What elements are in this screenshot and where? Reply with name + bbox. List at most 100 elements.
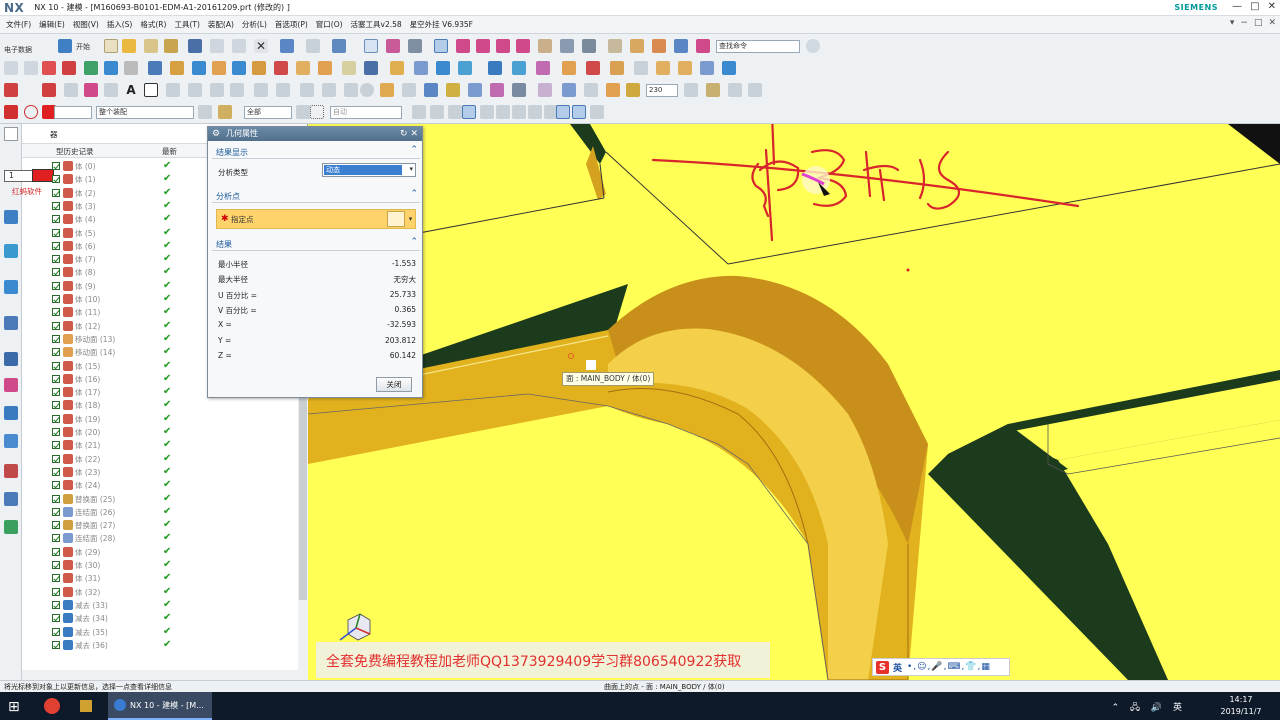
gear-icon[interactable]: ⚙ bbox=[212, 127, 220, 141]
zoom-value-select[interactable]: 230 bbox=[646, 84, 678, 97]
start-icon[interactable] bbox=[58, 39, 72, 53]
offset-curve-icon[interactable] bbox=[166, 83, 180, 97]
slot-icon[interactable] bbox=[274, 61, 288, 75]
visibility-checkbox[interactable] bbox=[52, 640, 60, 649]
snap-7-icon[interactable] bbox=[528, 105, 542, 119]
pull-face-icon[interactable] bbox=[586, 61, 600, 75]
filter-all-select[interactable]: 全部 bbox=[244, 106, 292, 119]
visibility-checkbox[interactable] bbox=[52, 388, 60, 397]
menu-plugin-starry[interactable]: 星空外挂 V6.935F bbox=[410, 19, 473, 30]
point-type-dropdown[interactable]: ▾ bbox=[406, 211, 415, 227]
trim-curve-icon[interactable] bbox=[276, 83, 290, 97]
visibility-checkbox[interactable] bbox=[52, 574, 60, 583]
analysis-icon[interactable] bbox=[608, 39, 622, 53]
arc-curve-icon[interactable] bbox=[104, 83, 118, 97]
assembly-icon[interactable] bbox=[144, 39, 158, 53]
tree-row[interactable]: 体 (30) ✔ bbox=[22, 559, 298, 572]
visibility-checkbox[interactable] bbox=[52, 215, 60, 224]
through-curves-icon[interactable] bbox=[562, 83, 576, 97]
extend-curve-icon[interactable] bbox=[300, 83, 314, 97]
maximize-button[interactable]: □ bbox=[1250, 1, 1259, 12]
intersect-curve-icon[interactable] bbox=[210, 83, 224, 97]
menu-preferences[interactable]: 首选项(P) bbox=[275, 19, 308, 30]
menu-insert[interactable]: 插入(S) bbox=[107, 19, 133, 30]
visibility-checkbox[interactable] bbox=[52, 627, 60, 636]
visibility-checkbox[interactable] bbox=[52, 507, 60, 516]
system-materials-icon[interactable] bbox=[4, 492, 18, 506]
select-filter-icon[interactable] bbox=[364, 39, 378, 53]
start-button-icon[interactable]: ⊞ bbox=[8, 699, 20, 715]
delete-face-icon[interactable] bbox=[536, 61, 550, 75]
view-triad-icon[interactable] bbox=[339, 613, 371, 641]
copy-face-icon[interactable] bbox=[656, 61, 670, 75]
tree-row[interactable]: 减去 (33) ✔ bbox=[22, 599, 298, 612]
menu-analysis[interactable]: 分析(L) bbox=[242, 19, 267, 30]
tree-row[interactable]: 体 (31) ✔ bbox=[22, 572, 298, 585]
csys-icon[interactable] bbox=[446, 83, 460, 97]
intersection-point-icon[interactable] bbox=[516, 39, 530, 53]
chamfer-icon[interactable] bbox=[342, 61, 356, 75]
groove-icon[interactable] bbox=[296, 61, 310, 75]
revolve-icon[interactable] bbox=[170, 61, 184, 75]
process-studio-icon[interactable] bbox=[4, 520, 18, 534]
command-finder-icon[interactable] bbox=[332, 39, 346, 53]
point-dialog-button[interactable] bbox=[387, 211, 405, 227]
sub-close-button[interactable]: ✕ bbox=[1268, 18, 1276, 28]
studio-surface-icon[interactable] bbox=[584, 83, 598, 97]
close-button[interactable]: 关闭 bbox=[376, 377, 412, 392]
snap-6-icon[interactable] bbox=[512, 105, 526, 119]
join-curve-icon[interactable] bbox=[254, 83, 268, 97]
snap-1-icon[interactable] bbox=[412, 105, 426, 119]
redo-icon[interactable] bbox=[306, 39, 320, 53]
visibility-checkbox[interactable] bbox=[52, 587, 60, 596]
copy-icon[interactable] bbox=[232, 39, 246, 53]
visibility-checkbox[interactable] bbox=[52, 268, 60, 277]
new-file-icon[interactable] bbox=[104, 39, 118, 53]
visibility-checkbox[interactable] bbox=[52, 547, 60, 556]
snap-point-icon[interactable] bbox=[386, 39, 400, 53]
column-latest[interactable]: 最新 bbox=[162, 146, 177, 157]
tree-row[interactable]: 体 (21) ✔ bbox=[22, 439, 298, 452]
quadrant-point-icon[interactable] bbox=[560, 39, 574, 53]
menu-window[interactable]: 窗口(O) bbox=[316, 19, 343, 30]
feature-2-icon[interactable] bbox=[84, 61, 98, 75]
visibility-checkbox[interactable] bbox=[52, 308, 60, 317]
tree-row[interactable]: 替换面 (25) ✔ bbox=[22, 493, 298, 506]
laser-icon[interactable] bbox=[42, 61, 56, 75]
snap-5-icon[interactable] bbox=[496, 105, 510, 119]
snap-4-icon[interactable] bbox=[480, 105, 494, 119]
red-circle-icon[interactable] bbox=[24, 105, 38, 119]
ime-tools[interactable]: •,☺,🎤,⌨,👕,▦ bbox=[907, 662, 991, 672]
visibility-checkbox[interactable] bbox=[52, 600, 60, 609]
section-analysis-point[interactable]: 分析点 ⌃ bbox=[212, 189, 420, 203]
visibility-checkbox[interactable] bbox=[52, 188, 60, 197]
save-icon[interactable] bbox=[188, 39, 202, 53]
snap-9-icon[interactable] bbox=[556, 105, 570, 119]
spline-icon[interactable] bbox=[84, 83, 98, 97]
cut-icon[interactable] bbox=[210, 39, 224, 53]
shell-icon[interactable] bbox=[364, 61, 378, 75]
visibility-checkbox[interactable] bbox=[52, 334, 60, 343]
text-tool-icon[interactable]: A bbox=[124, 83, 138, 97]
tree-row[interactable]: 减去 (34) ✔ bbox=[22, 612, 298, 625]
part-icon[interactable] bbox=[4, 316, 18, 330]
bridge-curve-icon[interactable] bbox=[230, 83, 244, 97]
tree-row[interactable]: 体 (22) ✔ bbox=[22, 453, 298, 466]
section-result[interactable]: 结果 ⌃ bbox=[212, 237, 420, 251]
assembly-scope-select[interactable]: 整个装配 bbox=[96, 106, 194, 119]
visibility-checkbox[interactable] bbox=[52, 467, 60, 476]
ime-toolbar[interactable]: S 英 •,☺,🎤,⌨,👕,▦ bbox=[872, 658, 1010, 676]
visibility-checkbox[interactable] bbox=[52, 348, 60, 357]
feature-4-icon[interactable] bbox=[124, 61, 138, 75]
pen-icon[interactable] bbox=[24, 61, 38, 75]
sub-restore-button[interactable]: □ bbox=[1254, 18, 1263, 28]
orient-select[interactable]: 自动 bbox=[330, 106, 402, 119]
mid-point-icon[interactable] bbox=[476, 39, 490, 53]
eraser-icon[interactable] bbox=[4, 61, 18, 75]
plane-icon[interactable] bbox=[402, 83, 416, 97]
end-point-icon[interactable] bbox=[456, 39, 470, 53]
roles-icon[interactable] bbox=[4, 406, 18, 420]
boss-icon[interactable] bbox=[212, 61, 226, 75]
visibility-checkbox[interactable] bbox=[52, 201, 60, 210]
app-taskbar-icon[interactable] bbox=[80, 700, 92, 712]
